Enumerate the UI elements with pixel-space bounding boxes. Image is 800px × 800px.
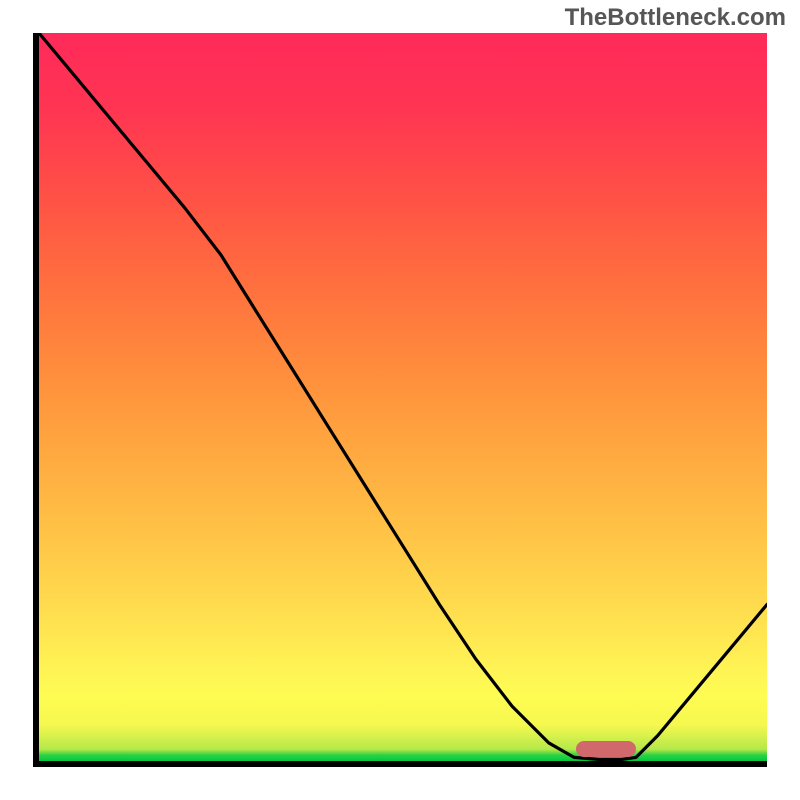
optimum-marker <box>576 741 636 757</box>
chart-container: TheBottleneck.com <box>0 0 800 800</box>
plot-area <box>33 33 767 767</box>
heatmap-gradient <box>39 33 767 761</box>
attribution-text: TheBottleneck.com <box>565 4 786 32</box>
